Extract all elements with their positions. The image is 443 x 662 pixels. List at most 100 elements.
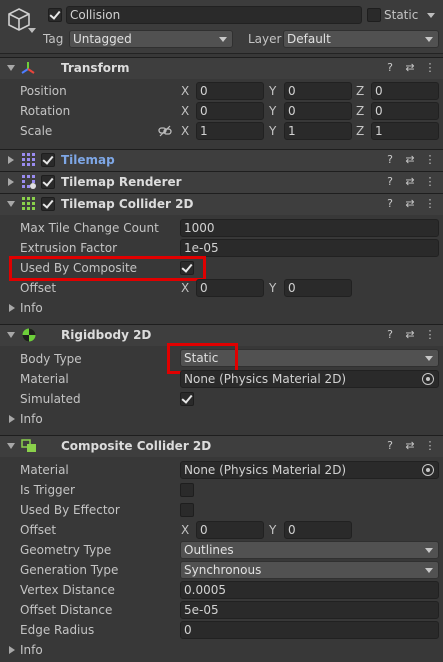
edge-radius-label: Edge Radius bbox=[20, 623, 95, 637]
tilemap-renderer-enabled-checkbox[interactable] bbox=[41, 175, 55, 189]
offset-distance-label: Offset Distance bbox=[20, 603, 113, 617]
help-icon[interactable]: ? bbox=[384, 154, 396, 166]
body-type-label: Body Type bbox=[20, 352, 82, 366]
offset-distance-field[interactable]: 5e-05 bbox=[180, 601, 439, 619]
scale-y-field[interactable]: 1 bbox=[284, 122, 352, 140]
active-checkbox[interactable] bbox=[48, 8, 62, 22]
info-label[interactable]: Info bbox=[20, 299, 43, 317]
max-tile-change-count-field[interactable]: 1000 bbox=[180, 219, 439, 237]
composite-offset-x-label: X bbox=[181, 523, 190, 537]
rotation-x-label: X bbox=[181, 104, 190, 118]
object-picker-icon[interactable] bbox=[422, 464, 434, 476]
rotation-label: Rotation bbox=[20, 104, 71, 118]
preset-icon[interactable]: ⇄ bbox=[404, 440, 416, 452]
tilemap-collider-enabled-checkbox[interactable] bbox=[41, 197, 55, 211]
preset-icon[interactable]: ⇄ bbox=[404, 198, 416, 210]
vertex-distance-field[interactable]: 0.0005 bbox=[180, 581, 439, 599]
preset-icon[interactable]: ⇄ bbox=[404, 329, 416, 341]
scale-y-label: Y bbox=[269, 124, 277, 138]
context-menu-icon[interactable]: ⋮ bbox=[424, 176, 436, 188]
rigidbody-title: Rigidbody 2D bbox=[61, 328, 152, 342]
material-value: None (Physics Material 2D) bbox=[184, 372, 347, 386]
chevron-down-icon bbox=[219, 37, 227, 42]
help-icon[interactable]: ? bbox=[384, 176, 396, 188]
position-label: Position bbox=[20, 84, 67, 98]
tilemap-title[interactable]: Tilemap bbox=[61, 153, 115, 167]
tag-label: Tag bbox=[43, 32, 64, 46]
static-label: Static bbox=[384, 8, 419, 22]
composite-offset-x-field[interactable]: 0 bbox=[196, 521, 264, 539]
context-menu-icon[interactable]: ⋮ bbox=[424, 440, 436, 452]
position-z-field[interactable]: 0 bbox=[371, 82, 439, 100]
tilemap-foldout-icon[interactable] bbox=[8, 156, 14, 164]
generation-type-value: Synchronous bbox=[184, 563, 262, 577]
scale-z-label: Z bbox=[356, 124, 365, 138]
context-menu-icon[interactable]: ⋮ bbox=[424, 62, 436, 74]
link-icon[interactable] bbox=[158, 125, 172, 137]
is-trigger-checkbox[interactable] bbox=[180, 483, 194, 497]
static-dropdown-arrow[interactable] bbox=[427, 13, 435, 18]
composite-offset-label: Offset bbox=[20, 523, 57, 537]
generation-type-dropdown[interactable]: Synchronous bbox=[180, 561, 439, 579]
geometry-type-value: Outlines bbox=[184, 543, 234, 557]
scale-z-field[interactable]: 1 bbox=[371, 122, 439, 140]
grid-icon bbox=[22, 153, 35, 166]
help-icon[interactable]: ? bbox=[384, 198, 396, 210]
layer-dropdown[interactable]: Default bbox=[283, 30, 439, 48]
composite-collider-foldout-icon[interactable] bbox=[7, 443, 15, 449]
rotation-z-field[interactable]: 0 bbox=[371, 102, 439, 120]
gameobject-name-field[interactable]: Collision bbox=[66, 6, 362, 24]
info-label[interactable]: Info bbox=[20, 641, 43, 659]
info-foldout-icon[interactable] bbox=[9, 415, 15, 423]
layer-label: Layer bbox=[248, 32, 282, 46]
preset-icon[interactable]: ⇄ bbox=[404, 62, 416, 74]
transform-foldout-icon[interactable] bbox=[7, 65, 15, 71]
chevron-down-icon bbox=[425, 37, 433, 42]
tag-dropdown[interactable]: Untagged bbox=[69, 30, 233, 48]
tilemap-collider-title: Tilemap Collider 2D bbox=[61, 197, 194, 211]
composite-material-object-field[interactable]: None (Physics Material 2D) bbox=[180, 461, 439, 479]
help-icon[interactable]: ? bbox=[384, 440, 396, 452]
tilemap-collider-foldout-icon[interactable] bbox=[7, 201, 15, 207]
layer-value: Default bbox=[287, 32, 331, 46]
rigidbody-foldout-icon[interactable] bbox=[7, 332, 15, 338]
info-foldout-icon[interactable] bbox=[9, 646, 15, 654]
composite-offset-y-field[interactable]: 0 bbox=[284, 521, 352, 539]
info-foldout-icon[interactable] bbox=[9, 304, 15, 312]
offset-x-field[interactable]: 0 bbox=[196, 279, 264, 297]
preset-icon[interactable]: ⇄ bbox=[404, 176, 416, 188]
geometry-type-label: Geometry Type bbox=[20, 543, 112, 557]
edge-radius-field[interactable]: 0 bbox=[180, 621, 439, 639]
scale-x-field[interactable]: 1 bbox=[196, 122, 264, 140]
transform-axes-icon bbox=[21, 62, 35, 74]
tilemap-renderer-title: Tilemap Renderer bbox=[61, 175, 182, 189]
static-checkbox[interactable] bbox=[367, 8, 381, 22]
vertex-distance-label: Vertex Distance bbox=[20, 583, 115, 597]
position-y-field[interactable]: 0 bbox=[284, 82, 352, 100]
offset-label: Offset bbox=[20, 281, 57, 295]
tilemap-enabled-checkbox[interactable] bbox=[41, 153, 55, 167]
rotation-y-field[interactable]: 0 bbox=[284, 102, 352, 120]
used-by-effector-checkbox[interactable] bbox=[180, 503, 194, 517]
offset-y-field[interactable]: 0 bbox=[284, 279, 352, 297]
rotation-x-field[interactable]: 0 bbox=[196, 102, 264, 120]
help-icon[interactable]: ? bbox=[384, 62, 396, 74]
composite-collider-icon bbox=[21, 439, 36, 452]
position-x-field[interactable]: 0 bbox=[196, 82, 264, 100]
context-menu-icon[interactable]: ⋮ bbox=[424, 198, 436, 210]
context-menu-icon[interactable]: ⋮ bbox=[424, 329, 436, 341]
tilemap-renderer-foldout-icon[interactable] bbox=[8, 178, 14, 186]
position-z-label: Z bbox=[356, 84, 365, 98]
context-menu-icon[interactable]: ⋮ bbox=[424, 154, 436, 166]
icon-dropdown-arrow[interactable] bbox=[28, 28, 36, 33]
max-tile-change-count-label: Max Tile Change Count bbox=[20, 221, 159, 235]
tilemap-renderer-icon bbox=[22, 175, 36, 189]
extrusion-factor-field[interactable]: 1e-05 bbox=[180, 239, 439, 257]
material-object-field[interactable]: None (Physics Material 2D) bbox=[180, 370, 439, 388]
simulated-checkbox[interactable] bbox=[180, 392, 194, 406]
preset-icon[interactable]: ⇄ bbox=[404, 154, 416, 166]
object-picker-icon[interactable] bbox=[422, 373, 434, 385]
help-icon[interactable]: ? bbox=[384, 329, 396, 341]
geometry-type-dropdown[interactable]: Outlines bbox=[180, 541, 439, 559]
info-label[interactable]: Info bbox=[20, 410, 43, 428]
